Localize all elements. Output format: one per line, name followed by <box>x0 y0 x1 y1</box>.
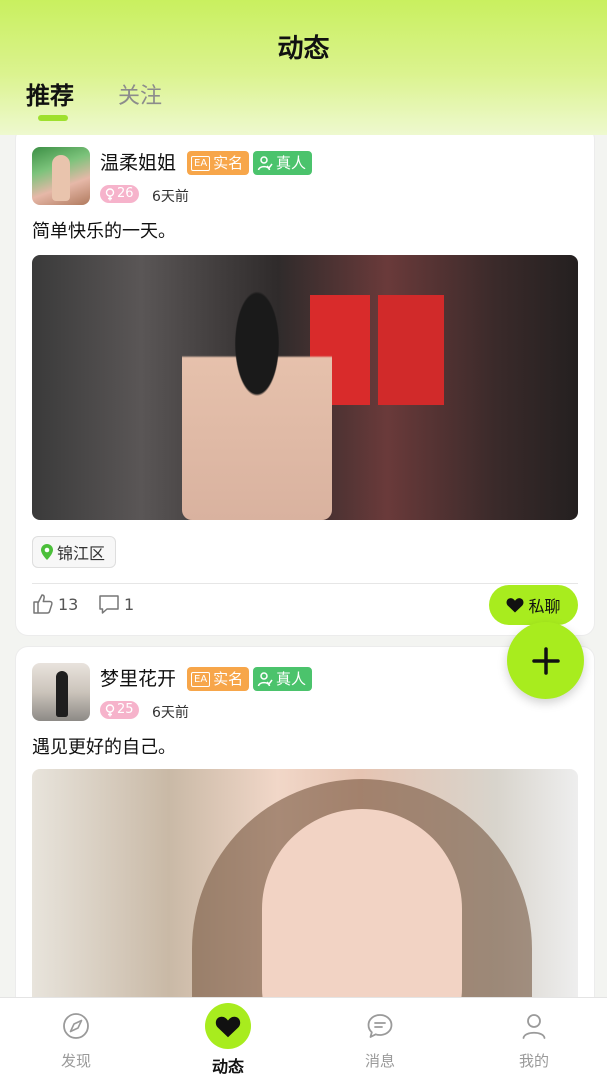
female-icon <box>105 703 115 716</box>
compass-icon <box>63 1013 89 1039</box>
nav-messages[interactable]: 消息 <box>330 998 430 1080</box>
nav-moments[interactable]: 动态 <box>178 998 278 1080</box>
photo-subject <box>262 809 462 997</box>
username[interactable]: 温柔姐姐 <box>100 148 176 175</box>
status-bar <box>0 0 607 12</box>
realperson-badge-label: 真人 <box>276 670 307 688</box>
like-count: 13 <box>58 594 79 614</box>
realperson-badge: 真人 <box>253 151 313 175</box>
private-chat-button[interactable]: 私聊 <box>489 585 578 625</box>
page-title: 动态 <box>277 34 330 64</box>
age-badge: 26 <box>100 185 139 203</box>
post-text: 遇见更好的自己。 <box>32 737 176 758</box>
nav-moments-label: 动态 <box>211 1057 244 1076</box>
post-photo[interactable] <box>32 255 578 520</box>
realperson-badge: 真人 <box>253 667 313 691</box>
avatar[interactable] <box>32 147 90 205</box>
post-photo[interactable] <box>32 769 578 997</box>
photo-detail <box>378 295 444 405</box>
nav-discover-label: 发现 <box>60 1052 91 1070</box>
bottom-nav: 发现 动态 消息 我的 <box>0 997 607 1080</box>
realname-badge: EA 实名 <box>187 667 250 691</box>
post-card[interactable]: 梦里花开 EA 实名 真人 25 6天前 遇见更好的自己。 <box>16 647 594 997</box>
realname-badge-label: 实名 <box>213 154 244 172</box>
nav-discover[interactable]: 发现 <box>26 998 126 1080</box>
post-time: 6天前 <box>152 189 189 205</box>
nav-me[interactable]: 我的 <box>484 998 584 1080</box>
photo-subject <box>182 285 332 520</box>
location-tag[interactable]: 锦江区 <box>32 536 117 568</box>
chat-bubble-icon <box>367 1014 393 1038</box>
plus-icon <box>531 646 560 675</box>
nav-messages-label: 消息 <box>364 1052 395 1070</box>
divider <box>32 583 578 584</box>
comment-button[interactable]: 1 <box>98 593 134 615</box>
age-value: 26 <box>117 186 134 201</box>
tab-follow[interactable]: 关注 <box>118 78 162 110</box>
age-badge: 25 <box>100 701 139 719</box>
comment-count: 1 <box>124 594 135 614</box>
active-nav-indicator <box>205 1003 251 1049</box>
id-card-icon: EA <box>191 671 211 687</box>
header: 动态 推荐 关注 <box>0 0 607 135</box>
feed[interactable]: 温柔姐姐 EA 实名 真人 26 6天前 简单快乐的一天。 锦江区 13 1 私… <box>0 135 607 997</box>
post-card[interactable]: 温柔姐姐 EA 实名 真人 26 6天前 简单快乐的一天。 锦江区 13 1 私… <box>16 135 594 635</box>
heart-icon <box>507 598 524 613</box>
location-pin-icon <box>41 544 53 560</box>
id-card-icon: EA <box>191 155 211 171</box>
tab-recommend[interactable]: 推荐 <box>26 76 74 111</box>
realname-badge: EA 实名 <box>187 151 250 175</box>
private-chat-label: 私聊 <box>528 597 561 616</box>
realperson-badge-label: 真人 <box>276 154 307 172</box>
create-post-button[interactable] <box>507 622 584 699</box>
location-label: 锦江区 <box>57 544 106 563</box>
heart-icon <box>215 1016 241 1037</box>
username[interactable]: 梦里花开 <box>100 664 176 691</box>
female-icon <box>105 187 115 200</box>
comment-icon <box>99 595 119 614</box>
age-value: 25 <box>117 702 134 717</box>
thumbs-up-icon <box>33 594 53 614</box>
post-text: 简单快乐的一天。 <box>32 221 176 242</box>
person-icon <box>522 1014 546 1039</box>
post-time: 6天前 <box>152 705 189 721</box>
avatar[interactable] <box>32 663 90 721</box>
nav-me-label: 我的 <box>518 1052 549 1070</box>
verified-person-icon <box>257 156 273 171</box>
active-tab-indicator <box>38 115 68 121</box>
realname-badge-label: 实名 <box>213 670 244 688</box>
verified-person-icon <box>257 672 273 687</box>
like-button[interactable]: 13 <box>32 593 78 615</box>
